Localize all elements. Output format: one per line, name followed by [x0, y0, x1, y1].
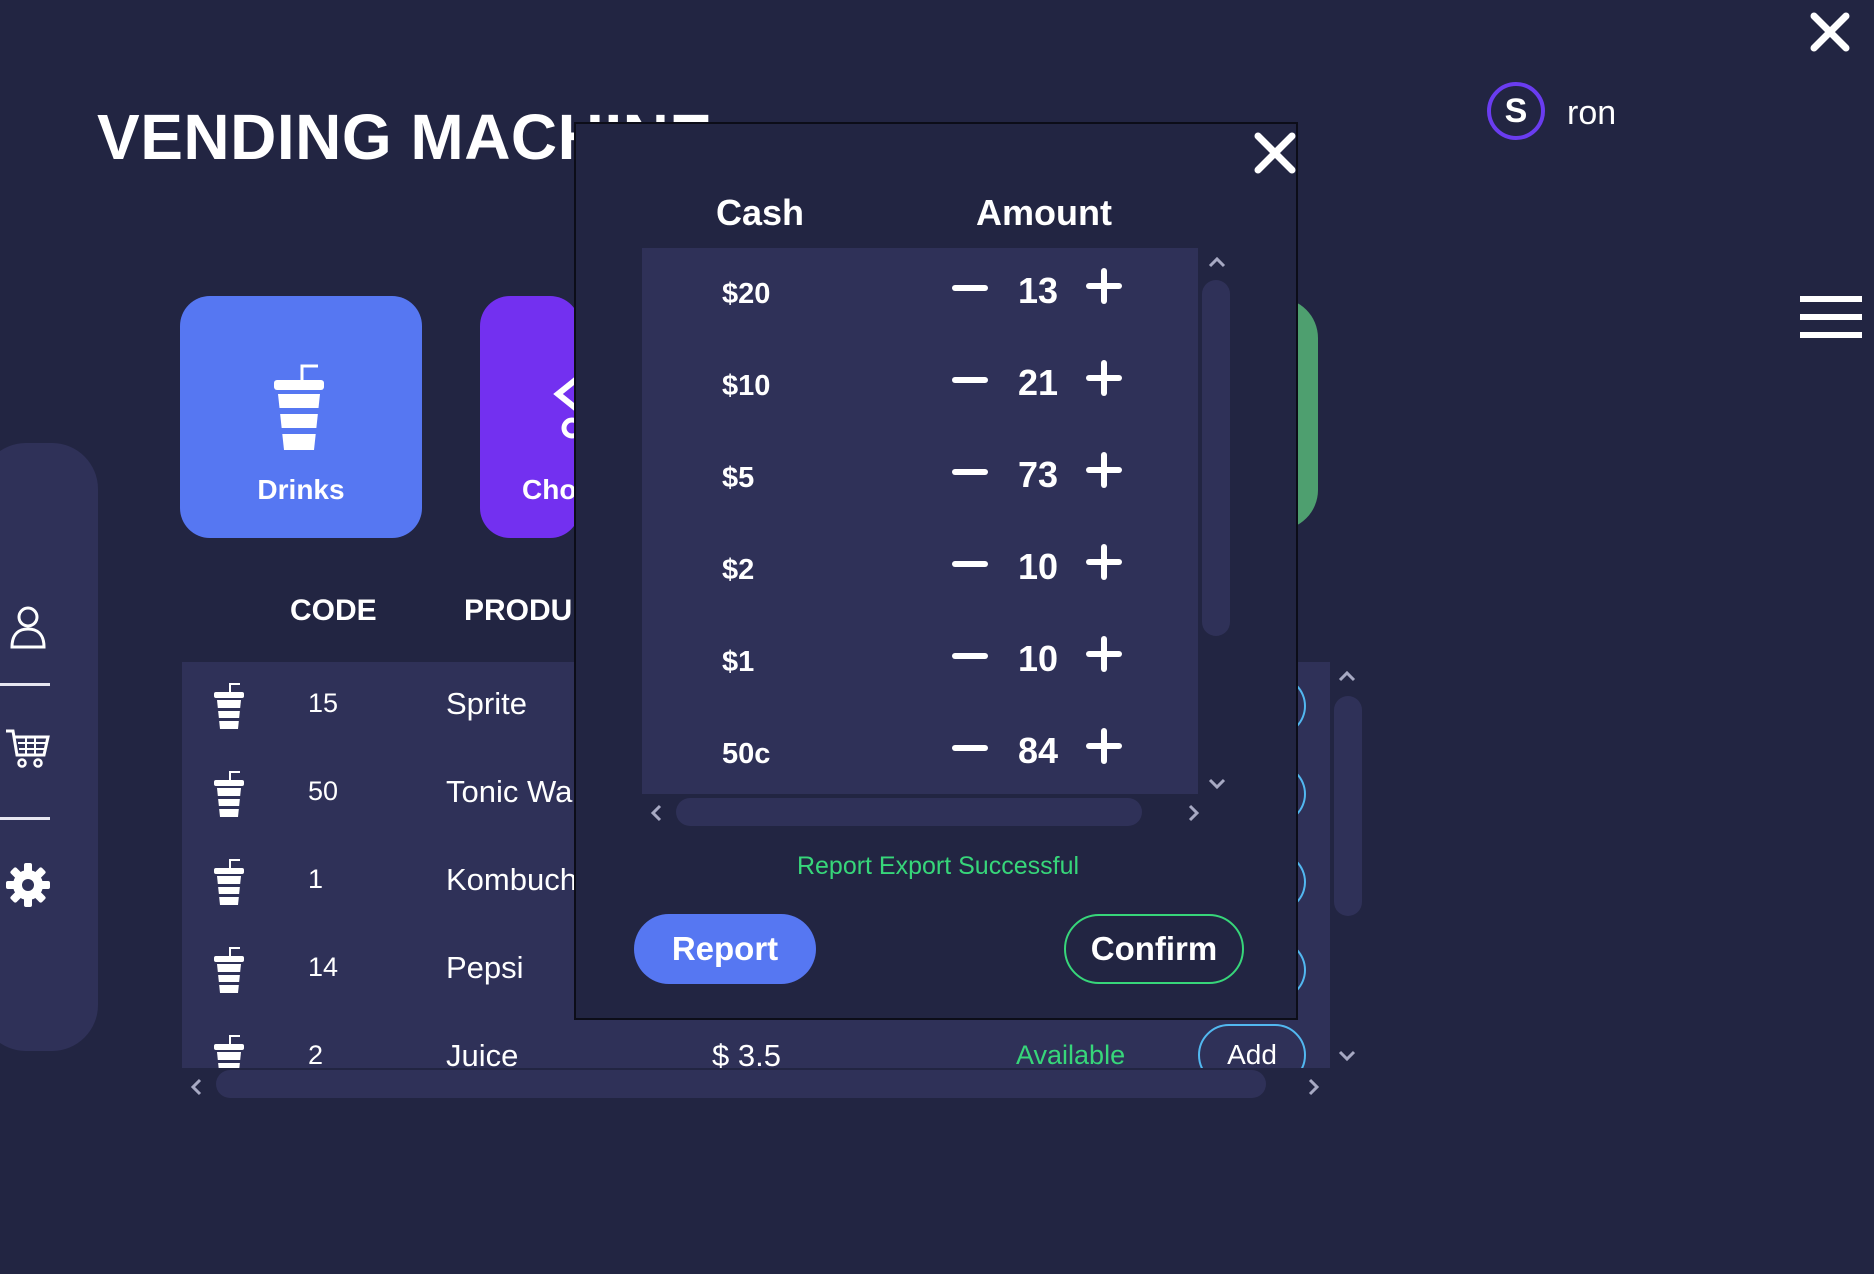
product-name: Tonic Wa [446, 774, 573, 809]
plus-icon[interactable] [1086, 728, 1122, 764]
category-label: Drinks [257, 474, 345, 505]
export-status-message: Report Export Successful [796, 852, 1080, 880]
denomination: $10 [722, 370, 771, 402]
sidebar-divider [0, 683, 50, 686]
plus-icon[interactable] [1086, 268, 1122, 304]
confirm-button[interactable]: Confirm [1064, 914, 1244, 984]
product-code: 15 [308, 688, 339, 718]
minus-icon[interactable] [952, 462, 988, 482]
plus-icon[interactable] [1086, 636, 1122, 672]
chevron-down-icon[interactable] [1336, 1044, 1358, 1066]
cash-row: $5 73 [642, 432, 1198, 524]
cash-modal: Cash Amount $20 13 $10 21 $5 73 $2 10 $1… [574, 122, 1298, 1020]
plus-icon[interactable] [1086, 360, 1122, 396]
product-code: 1 [308, 864, 324, 894]
chevron-left-icon[interactable] [646, 802, 668, 824]
column-header-cash: Cash [716, 192, 805, 233]
hamburger-menu-icon[interactable] [1800, 296, 1862, 340]
cash-list: $20 13 $10 21 $5 73 $2 10 $1 10 50c 84 [642, 248, 1198, 794]
user-icon[interactable] [4, 603, 52, 651]
sidebar-divider [0, 817, 50, 820]
denomination: $5 [722, 462, 755, 494]
cup-icon [214, 683, 244, 729]
denomination: $1 [722, 646, 755, 678]
chevron-down-icon[interactable] [1206, 772, 1228, 794]
quantity: 21 [1018, 362, 1059, 403]
product-name: Juice [446, 1038, 519, 1068]
chevron-up-icon[interactable] [1336, 666, 1358, 688]
denomination: $2 [722, 554, 755, 586]
column-header-code: CODE [290, 594, 377, 627]
cup-icon [214, 771, 244, 817]
minus-icon[interactable] [952, 554, 988, 574]
column-header-amount: Amount [976, 192, 1112, 233]
table-horizontal-scrollbar[interactable] [216, 1070, 1266, 1098]
cash-row: $1 10 [642, 616, 1198, 708]
plus-icon[interactable] [1086, 452, 1122, 488]
product-name: Sprite [446, 686, 527, 721]
quantity: 10 [1018, 638, 1059, 679]
quantity: 73 [1018, 454, 1059, 495]
product-name: Pepsi [446, 950, 524, 985]
sidebar [0, 443, 98, 1051]
cash-row: $20 13 [642, 248, 1198, 340]
product-code: 14 [308, 952, 339, 982]
quantity: 10 [1018, 546, 1059, 587]
denomination: 50c [722, 738, 771, 770]
cart-icon[interactable] [4, 725, 52, 773]
minus-icon[interactable] [952, 278, 988, 298]
add-button[interactable]: Add [1198, 1024, 1306, 1068]
report-button[interactable]: Report [634, 914, 816, 984]
product-code: 50 [308, 776, 339, 806]
cup-icon [214, 1035, 244, 1068]
category-chocolate[interactable]: Cho [480, 296, 580, 538]
cash-horizontal-scrollbar[interactable] [676, 798, 1142, 826]
minus-icon[interactable] [952, 646, 988, 666]
user-avatar[interactable]: S [1487, 82, 1545, 140]
cash-vertical-scrollbar[interactable] [1202, 280, 1230, 636]
username: ron [1567, 94, 1617, 132]
chevron-right-icon[interactable] [1182, 802, 1204, 824]
cup-icon [214, 859, 244, 905]
cash-row: $2 10 [642, 524, 1198, 616]
minus-icon[interactable] [952, 738, 988, 758]
product-status: Available [1016, 1040, 1126, 1068]
cup-icon [214, 947, 244, 993]
category-label: Cho [522, 474, 577, 505]
table-row: 2 Juice $ 3.5 Available Add [182, 1014, 1330, 1068]
close-app-icon[interactable] [1808, 10, 1852, 54]
product-code: 2 [308, 1040, 324, 1068]
table-vertical-scrollbar[interactable] [1334, 696, 1362, 916]
chevron-up-icon[interactable] [1206, 252, 1228, 274]
plus-icon[interactable] [1086, 544, 1122, 580]
chevron-left-icon[interactable] [186, 1076, 208, 1098]
gear-icon[interactable] [4, 861, 52, 909]
close-modal-icon[interactable] [1252, 130, 1298, 176]
quantity: 84 [1018, 730, 1059, 771]
minus-icon[interactable] [952, 370, 988, 390]
product-price: $ 3.5 [712, 1038, 781, 1068]
category-drinks[interactable]: Drinks [180, 296, 422, 538]
denomination: $20 [722, 278, 771, 310]
product-name: Kombuch [446, 862, 577, 897]
column-header-product: PRODU [464, 594, 573, 627]
cash-row: $10 21 [642, 340, 1198, 432]
cup-icon [274, 364, 324, 450]
quantity: 13 [1018, 270, 1059, 311]
cash-row: 50c 84 [642, 708, 1198, 794]
chevron-right-icon[interactable] [1302, 1076, 1324, 1098]
